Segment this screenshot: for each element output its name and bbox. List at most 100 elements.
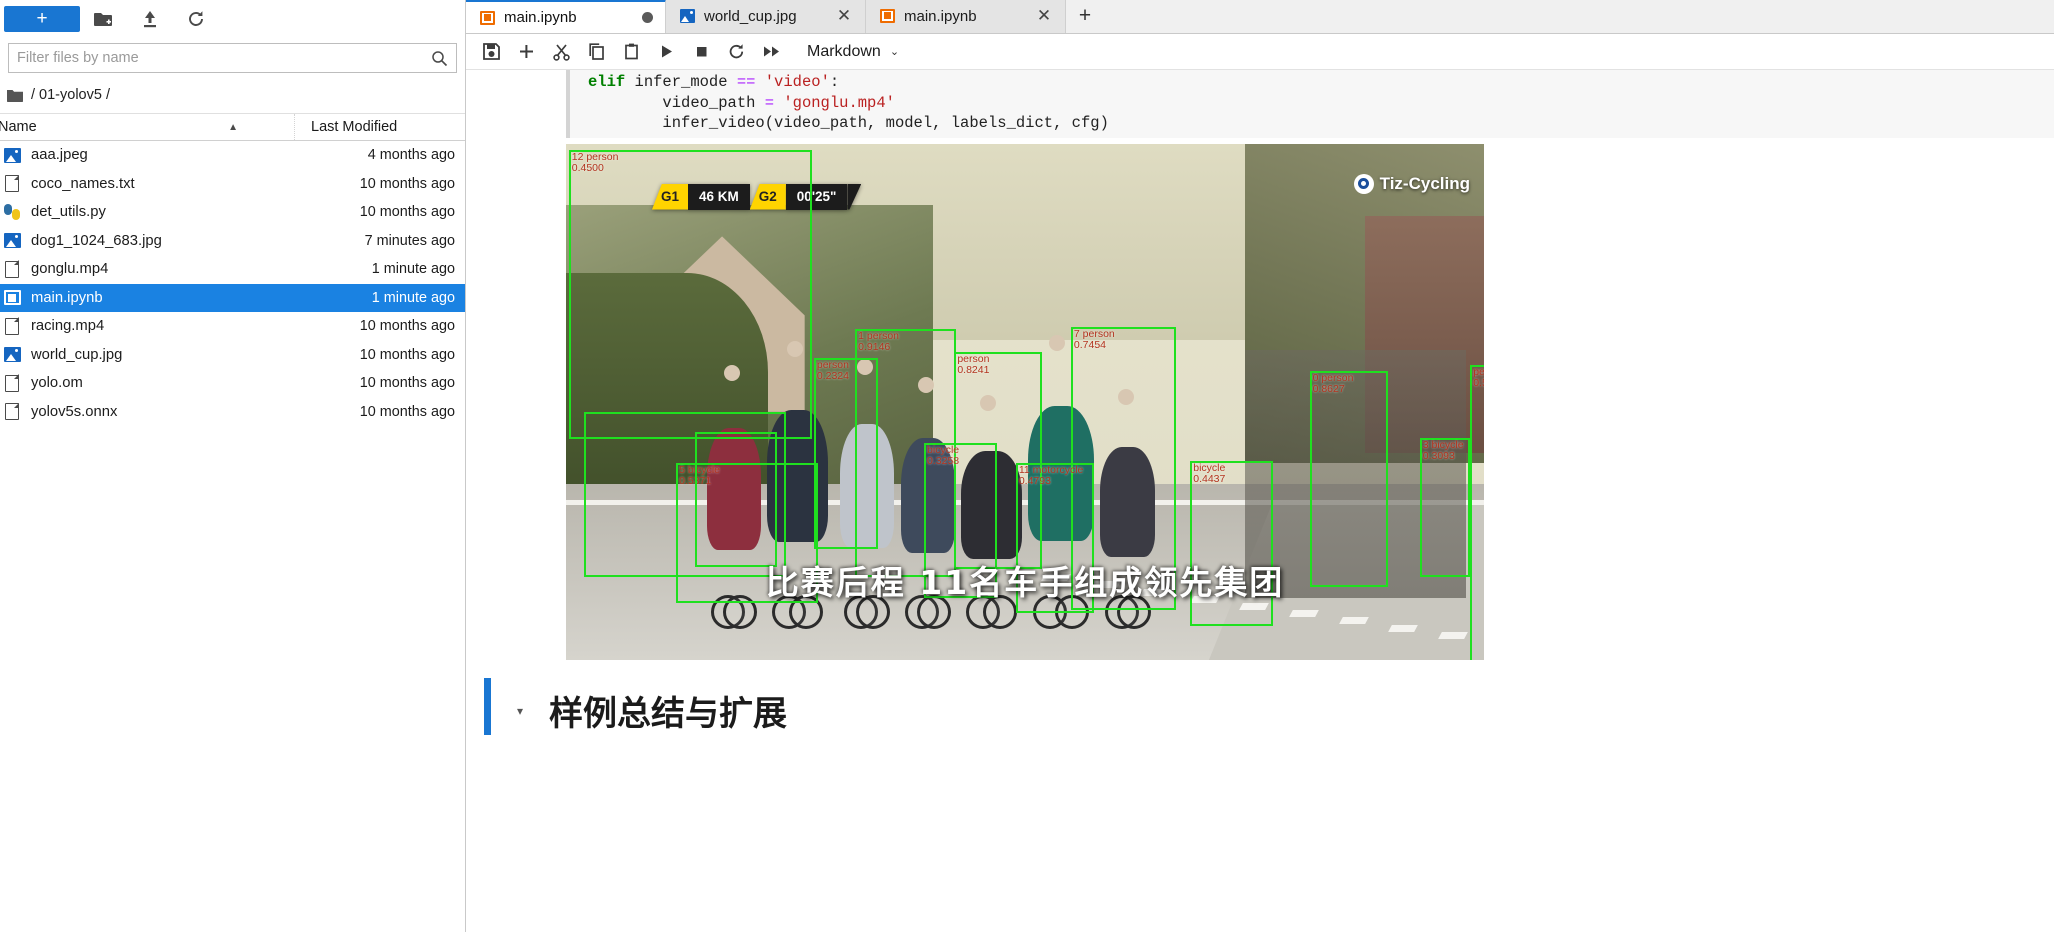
breadcrumb[interactable]: / 01-yolov5 / <box>0 79 465 111</box>
channel-watermark: Tiz-Cycling <box>1353 173 1470 194</box>
search-input[interactable] <box>17 50 431 66</box>
cell-type-value: Markdown <box>807 42 881 60</box>
detection-label: bicycle 0.3258 <box>927 443 960 467</box>
file-filter-box[interactable] <box>8 43 457 73</box>
markdown-cell-bar <box>484 677 491 735</box>
file-name: racing.mp4 <box>31 318 105 335</box>
markdown-cell[interactable]: ▾ 样例总结与扩展 <box>466 677 2054 735</box>
notebook-file-icon <box>880 9 895 23</box>
file-name: aaa.jpeg <box>31 147 88 164</box>
detection-label: bicycle 0.4437 <box>1193 461 1226 485</box>
paste-icon[interactable] <box>614 36 649 68</box>
code-keyword-elif: elif <box>588 73 626 91</box>
file-modified: 10 months ago <box>359 318 455 335</box>
code-string-video: 'video' <box>755 73 830 91</box>
cell-output-area: G1 46 KM G2 00'25" Tiz-Cycling 12 person… <box>466 137 2054 660</box>
markdown-heading: 样例总结与扩展 <box>549 693 787 734</box>
notebook-panel: main.ipynb world_cup.jpg ✕ main.ipynb ✕ + <box>466 0 2054 932</box>
detection-box: 12 person 0.4500 <box>568 149 813 439</box>
image-file-icon <box>680 9 695 23</box>
tab-main-ipynb-2[interactable]: main.ipynb ✕ <box>866 0 1066 33</box>
file-name: gonglu.mp4 <box>31 261 109 278</box>
file-name: dog1_1024_683.jpg <box>31 232 162 249</box>
image-file-icon <box>2 146 22 164</box>
image-file-icon <box>2 232 22 250</box>
file-list-item-aaa-jpeg[interactable]: aaa.jpeg 4 months ago <box>0 141 465 170</box>
file-list-item-det-utils-py[interactable]: det_utils.py 10 months ago <box>0 198 465 227</box>
lane-dash <box>1437 631 1468 639</box>
refresh-icon[interactable] <box>174 5 218 33</box>
race-banner-tail <box>847 184 861 210</box>
search-icon <box>431 50 448 67</box>
tab-label: main.ipynb <box>504 9 577 26</box>
detection-label: 0 person 0.8627 <box>1312 371 1354 395</box>
tab-main-ipynb-0[interactable]: main.ipynb <box>466 0 666 33</box>
new-tab-button[interactable]: + <box>1066 0 1104 33</box>
notebook-toolbar: Markdown ⌄ <box>466 34 2054 70</box>
stop-icon[interactable] <box>684 36 719 68</box>
text-file-icon <box>2 374 22 392</box>
detection-box: person 0.5031 <box>1470 365 1484 660</box>
tab-world-cup-jpg-1[interactable]: world_cup.jpg ✕ <box>666 0 866 33</box>
detection-label: 3 bicycle 0.3093 <box>1422 438 1464 462</box>
file-list-item-racing-mp4[interactable]: racing.mp4 10 months ago <box>0 312 465 341</box>
file-name: yolo.om <box>31 375 83 392</box>
detection-label: 7 person 0.7454 <box>1073 327 1115 351</box>
text-file-icon <box>2 317 22 335</box>
file-list-item-dog1-1024-683-jpg[interactable]: dog1_1024_683.jpg 7 minutes ago <box>0 227 465 256</box>
lane-dash <box>1289 610 1319 618</box>
video-output-frame[interactable]: G1 46 KM G2 00'25" Tiz-Cycling 12 person… <box>566 143 1484 660</box>
text-file-icon <box>2 174 22 193</box>
insert-cell-icon[interactable] <box>509 36 544 68</box>
python-file-icon <box>2 203 22 221</box>
copy-icon[interactable] <box>579 36 614 68</box>
collapse-caret-icon[interactable]: ▾ <box>491 678 549 735</box>
fast-forward-icon[interactable] <box>754 36 789 68</box>
code-line2-operator: = <box>764 93 775 112</box>
sort-ascending-icon: ▲ <box>228 121 238 133</box>
unsaved-changes-indicator[interactable] <box>642 12 653 23</box>
file-browser-panel: + Filter files by name / 01-yolov5 / Nam… <box>0 0 466 932</box>
file-modified: 10 months ago <box>359 375 455 392</box>
code-cell[interactable]: elif infer_mode == 'video': video_path =… <box>466 70 2054 138</box>
file-name: main.ipynb <box>31 289 103 306</box>
file-name: coco_names.txt <box>31 175 135 192</box>
detection-box: person 0.2324 <box>813 357 879 549</box>
code-editor[interactable]: elif infer_mode == 'video': video_path =… <box>570 70 2054 138</box>
file-modified: 10 months ago <box>359 204 455 221</box>
code-var-infer-mode: infer_mode <box>625 73 737 91</box>
file-list-item-coco-names-txt[interactable]: coco_names.txt 10 months ago <box>0 170 465 199</box>
run-icon[interactable] <box>649 36 684 68</box>
file-list-item-gonglu-mp4[interactable]: gonglu.mp4 1 minute ago <box>0 255 465 284</box>
file-list-item-yolo-om[interactable]: yolo.om 10 months ago <box>0 369 465 398</box>
file-list-item-main-ipynb[interactable]: main.ipynb 1 minute ago <box>0 283 465 312</box>
restart-icon[interactable] <box>719 36 754 68</box>
detection-label: person 0.5031 <box>1473 366 1484 390</box>
upload-icon[interactable] <box>128 5 172 33</box>
save-icon[interactable] <box>474 36 509 68</box>
image-file-icon <box>2 346 22 364</box>
close-icon[interactable]: ✕ <box>835 6 853 26</box>
file-modified: 1 minute ago <box>371 289 455 306</box>
file-name: world_cup.jpg <box>31 346 123 363</box>
file-list-item-world-cup-jpg[interactable]: world_cup.jpg 10 months ago <box>0 341 465 370</box>
detection-label: 11 motorcycle 0.4793 <box>1018 464 1084 488</box>
cyclist-head <box>1049 335 1066 352</box>
column-header-name[interactable]: Name ▲ <box>0 114 295 140</box>
lane-dash <box>1338 617 1369 625</box>
watermark-text: Tiz-Cycling <box>1379 173 1470 193</box>
file-list: aaa.jpeg 4 months ago coco_names.txt 10 mon… <box>0 141 465 932</box>
cut-icon[interactable] <box>544 36 579 68</box>
close-icon[interactable]: ✕ <box>1035 6 1053 26</box>
notebook-scroll-area: elif infer_mode == 'video': video_path =… <box>466 70 2054 932</box>
file-list-item-yolov5s-onnx[interactable]: yolov5s.onnx 10 months ago <box>0 398 465 427</box>
detection-label: 12 person 0.4500 <box>571 150 619 174</box>
column-header-last-modified[interactable]: Last Modified <box>295 119 465 135</box>
new-launcher-button[interactable]: + <box>4 6 80 32</box>
new-folder-icon[interactable] <box>82 5 126 33</box>
code-operator-eq: == <box>736 73 756 91</box>
detection-label: person 0.2324 <box>816 358 849 382</box>
folder-icon <box>6 88 24 103</box>
tab-label: main.ipynb <box>904 7 977 25</box>
cell-type-selector[interactable]: Markdown ⌄ <box>807 43 899 61</box>
